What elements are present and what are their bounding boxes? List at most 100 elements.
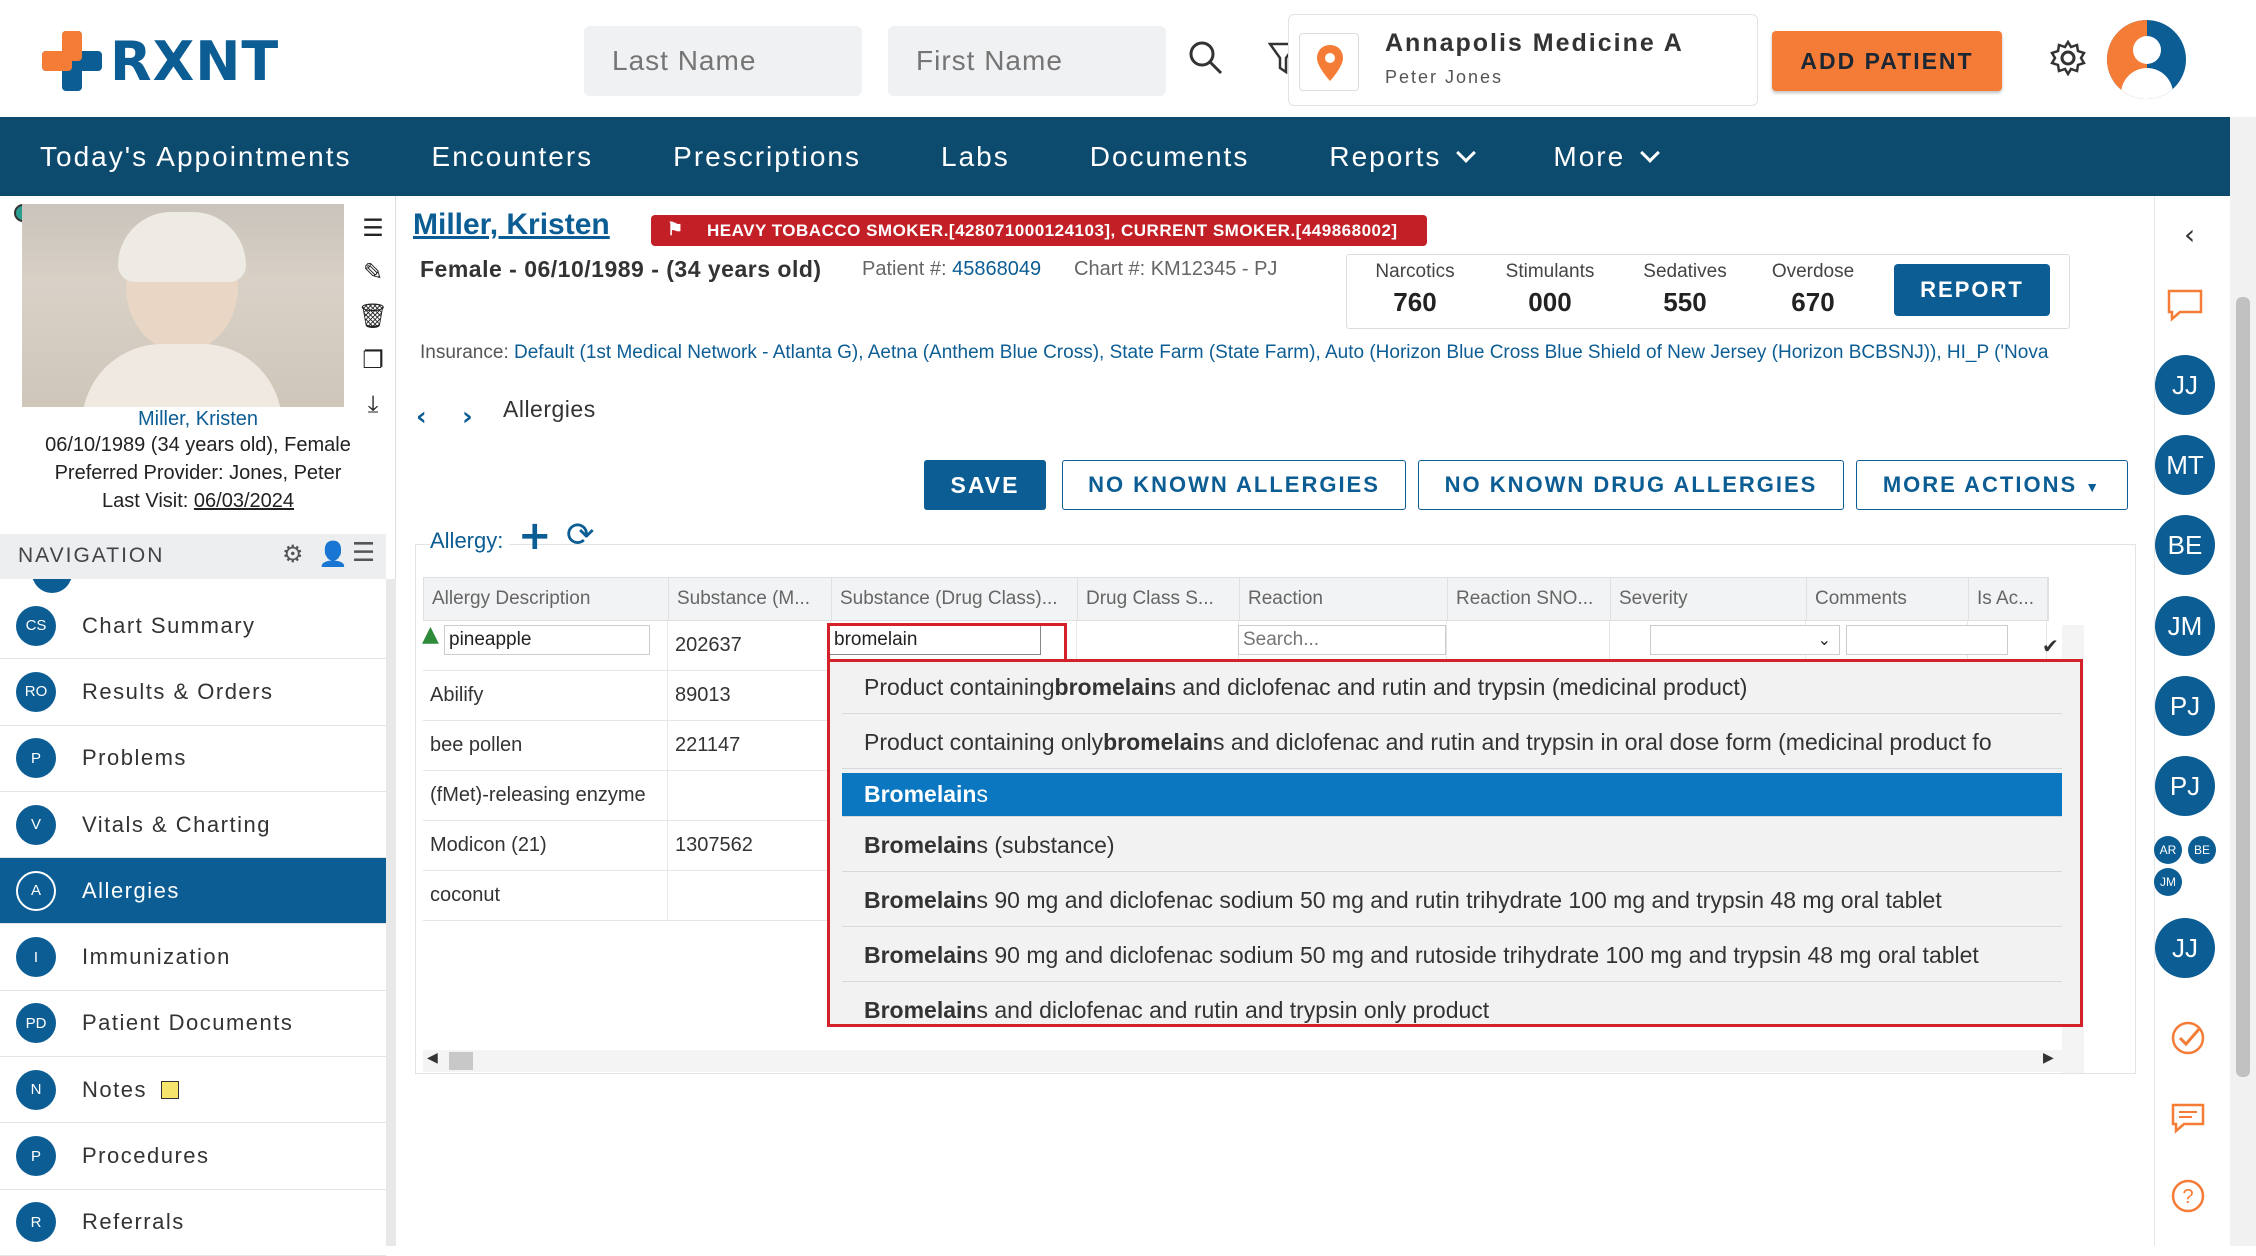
rail-avatar-jj[interactable]: JJ [2155, 355, 2215, 415]
nav-item-results-orders[interactable]: RO Results & Orders [0, 659, 386, 726]
refresh-icon[interactable]: ⟳ [566, 518, 595, 552]
patient-name-link[interactable]: Miller, Kristen [0, 408, 396, 431]
col-reaction-sno[interactable]: Reaction SNO... [1448, 578, 1611, 620]
back-arrow-icon[interactable]: ‹ [416, 402, 427, 432]
insurance-value[interactable]: Default (1st Medical Network - Atlanta G… [514, 342, 2048, 363]
chat-icon[interactable] [2166, 288, 2204, 322]
chart-number: Chart #: KM12345 - PJ [1074, 258, 1278, 280]
nav-todays-appointments[interactable]: Today's Appointments [0, 117, 392, 196]
col-allergy-description[interactable]: Allergy Description [424, 578, 669, 620]
rxnt-logo[interactable]: RXNT [42, 28, 279, 94]
trash-icon[interactable]: 🗑 [356, 294, 390, 338]
col-substance-m[interactable]: Substance (M... [669, 578, 832, 620]
table-row[interactable]: Abilify 89013 [423, 671, 831, 721]
col-severity[interactable]: Severity [1611, 578, 1807, 620]
autocomplete-option[interactable]: Product containing only bromelain s and d… [842, 717, 2062, 769]
rail-avatar-jm[interactable]: JM [2155, 596, 2215, 656]
first-name-input[interactable] [888, 26, 1166, 96]
table-row[interactable]: Modicon (21) 1307562 [423, 821, 831, 871]
nav-item-chart-summary[interactable]: CS Chart Summary [0, 593, 386, 660]
col-is-active[interactable]: Is Ac... [1969, 578, 2048, 620]
location-selector[interactable]: Annapolis Medicine A Peter Jones [1288, 14, 1758, 106]
comments-input[interactable] [1846, 625, 2008, 655]
scroll-thumb[interactable] [449, 1052, 473, 1070]
grid-horizontal-scrollbar[interactable]: ◀ ▶ [423, 1050, 2065, 1072]
autocomplete-option[interactable]: Bromelain s 90 mg and diclofenac sodium 5… [842, 930, 2062, 982]
flag-icon: ⚑ [667, 219, 684, 239]
nav-item-patient-documents[interactable]: PD Patient Documents [0, 990, 386, 1058]
forward-arrow-icon[interactable]: › [462, 402, 473, 432]
nav-item-immunization[interactable]: I Immunization [0, 924, 386, 991]
allergy-description-input[interactable] [444, 625, 650, 655]
nav-encounters[interactable]: Encounters [392, 117, 634, 196]
nav-scrollbar[interactable] [386, 579, 396, 1246]
autocomplete-option[interactable]: Bromelain s 90 mg and diclofenac sodium 5… [842, 875, 2062, 927]
navigation-list: CS Chart Summary RO Results & Orders P Prob… [0, 579, 386, 1256]
add-patient-button[interactable]: ADD PATIENT [1772, 31, 2002, 91]
help-icon[interactable]: ? [2170, 1178, 2206, 1214]
col-substance-drug-class[interactable]: Substance (Drug Class)... [832, 578, 1078, 620]
rail-avatar-mt[interactable]: MT [2155, 435, 2215, 495]
severity-select[interactable]: ⌄ [1650, 625, 1840, 655]
patient-number-value[interactable]: 45868049 [952, 258, 1041, 280]
rail-avatar-pj[interactable]: PJ [2155, 676, 2215, 736]
rail-mini-jm[interactable]: JM [2154, 868, 2182, 896]
user-avatar[interactable] [2107, 20, 2186, 99]
edit-icon[interactable]: ✎ [356, 250, 390, 294]
table-row[interactable]: coconut [423, 871, 831, 921]
scroll-left-icon[interactable]: ◀ [427, 1050, 438, 1066]
last-visit-date[interactable]: 06/03/2024 [194, 490, 294, 512]
nav-badge: P [16, 738, 56, 779]
person-icon[interactable]: 👤 [318, 540, 348, 568]
nav-more[interactable]: More [1513, 117, 1697, 196]
checkbox-active[interactable]: ✔ [2042, 634, 2059, 658]
page-scroll-thumb[interactable] [2236, 297, 2250, 1077]
list-icon[interactable]: ☰ [352, 538, 375, 568]
rail-avatar-be[interactable]: BE [2155, 515, 2215, 575]
rail-mini-be[interactable]: BE [2188, 836, 2216, 864]
copy-icon[interactable]: ❐ [356, 338, 390, 382]
message-icon[interactable] [2170, 1102, 2206, 1134]
no-known-allergies-button[interactable]: NO KNOWN ALLERGIES [1062, 460, 1406, 510]
rail-avatar-jj-2[interactable]: JJ [2155, 918, 2215, 978]
table-row[interactable]: bee pollen 221147 [423, 721, 831, 771]
last-name-input[interactable] [584, 26, 862, 96]
nav-prescriptions[interactable]: Prescriptions [633, 117, 901, 196]
rail-mini-ar[interactable]: AR [2154, 836, 2182, 864]
add-allergy-icon[interactable]: + [518, 516, 552, 556]
nav-item-procedures[interactable]: P Procedures [0, 1123, 386, 1190]
autocomplete-option[interactable]: Product containing bromelain s and diclof… [842, 662, 2062, 714]
autocomplete-option-selected[interactable]: Bromelain s [842, 773, 2062, 817]
autocomplete-option[interactable]: Bromelain s (substance) [842, 820, 2062, 872]
nav-item-vitals[interactable]: V Vitals & Charting [0, 791, 386, 859]
search-icon[interactable] [1188, 40, 1224, 76]
patient-name[interactable]: Miller, Kristen [413, 208, 610, 242]
rail-avatar-pj-2[interactable]: PJ [2155, 756, 2215, 816]
nav-labs[interactable]: Labs [901, 117, 1050, 196]
nav-item-notes[interactable]: N Notes [0, 1057, 386, 1124]
scroll-right-icon[interactable]: ▶ [2043, 1050, 2054, 1066]
col-reaction[interactable]: Reaction [1240, 578, 1448, 620]
autocomplete-option[interactable]: Bromelain s and diclofenac and rutin and … [842, 985, 2062, 1024]
reaction-search-input[interactable] [1238, 625, 1446, 655]
nav-label: Referrals [82, 1209, 185, 1235]
more-actions-button[interactable]: MORE ACTIONS ▼ [1856, 460, 2128, 510]
col-comments[interactable]: Comments [1807, 578, 1969, 620]
page-scrollbar[interactable] [2230, 117, 2256, 1246]
list-icon[interactable]: ☰ [356, 206, 390, 250]
collapse-chevron-icon[interactable]: ‹ [2184, 218, 2195, 251]
nav-item-allergies[interactable]: A Allergies [0, 858, 386, 925]
table-row[interactable]: (fMet)-releasing enzyme [423, 771, 831, 821]
nav-reports[interactable]: Reports [1289, 117, 1513, 196]
no-known-drug-allergies-button[interactable]: NO KNOWN DRUG ALLERGIES [1418, 460, 1844, 510]
save-button[interactable]: SAVE [924, 460, 1046, 510]
sticky-note-icon [160, 1080, 179, 1099]
task-check-icon[interactable] [2170, 1020, 2206, 1056]
nav-item-referrals[interactable]: R Referrals [0, 1189, 386, 1256]
gear-icon[interactable] [2050, 40, 2086, 76]
nav-item-problems[interactable]: P Problems [0, 725, 386, 792]
gear-icon[interactable]: ⚙ [282, 540, 304, 568]
col-drug-class-s[interactable]: Drug Class S... [1078, 578, 1240, 620]
report-button[interactable]: REPORT [1894, 264, 2050, 316]
nav-documents[interactable]: Documents [1050, 117, 1290, 196]
